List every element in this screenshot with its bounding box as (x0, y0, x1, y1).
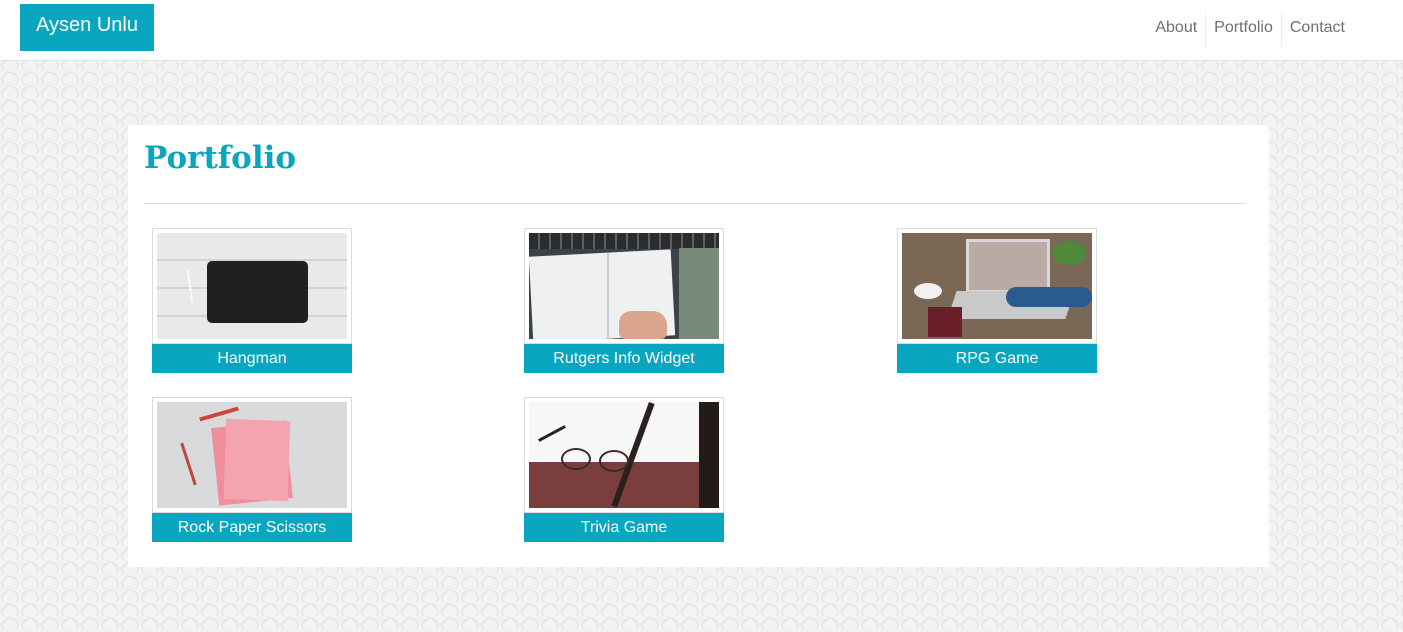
hand-shape (619, 311, 667, 339)
project-card-hangman[interactable]: Hangman (152, 228, 352, 373)
project-thumbnail[interactable] (524, 228, 724, 344)
project-caption[interactable]: Trivia Game (524, 513, 724, 542)
glasses-image (529, 402, 719, 508)
glasses-lens-shape (599, 450, 629, 472)
plant-shape (1052, 241, 1086, 265)
notebook-fold-shape (607, 253, 609, 339)
notebook-image (529, 233, 719, 339)
project-caption[interactable]: RPG Game (897, 344, 1097, 373)
nav-portfolio-link[interactable]: Portfolio (1206, 13, 1282, 47)
project-caption[interactable]: Rutgers Info Widget (524, 344, 724, 373)
project-card-rutgers-info-widget[interactable]: Rutgers Info Widget (524, 228, 724, 373)
portfolio-panel: Portfolio Hangman Rutgers Info Widget RP… (128, 125, 1269, 567)
page-title: Portfolio (144, 140, 297, 176)
laptop-image (902, 233, 1092, 339)
pencil-shape (180, 442, 197, 486)
nav-contact-link[interactable]: Contact (1282, 13, 1353, 47)
background-shape (679, 248, 719, 339)
project-card-rock-paper-scissors[interactable]: Rock Paper Scissors (152, 397, 352, 542)
project-card-rpg-game[interactable]: RPG Game (897, 228, 1097, 373)
project-thumbnail[interactable] (152, 228, 352, 344)
glasses-lens-shape (561, 448, 591, 470)
title-divider (144, 203, 1246, 204)
tablet-shape (207, 261, 308, 323)
navbar: Aysen Unlu About Portfolio Contact (0, 0, 1403, 61)
paper-shape (223, 418, 291, 502)
book-shape (928, 307, 962, 337)
nav-about-link[interactable]: About (1147, 13, 1207, 47)
brand-logo[interactable]: Aysen Unlu (20, 4, 154, 51)
project-thumbnail[interactable] (897, 228, 1097, 344)
keyboard-shape (529, 233, 719, 249)
paper-image (157, 402, 347, 508)
stylus-shape (186, 269, 194, 303)
tablet-image (157, 233, 347, 339)
coffee-cup-shape (914, 283, 942, 299)
railing-shape (699, 402, 719, 508)
project-caption[interactable]: Hangman (152, 344, 352, 373)
arm-shape (1006, 287, 1092, 307)
project-thumbnail[interactable] (152, 397, 352, 513)
project-card-trivia-game[interactable]: Trivia Game (524, 397, 724, 542)
project-caption[interactable]: Rock Paper Scissors (152, 513, 352, 542)
nav-links: About Portfolio Contact (1147, 13, 1353, 47)
project-thumbnail[interactable] (524, 397, 724, 513)
laptop-screen-shape (966, 239, 1050, 293)
